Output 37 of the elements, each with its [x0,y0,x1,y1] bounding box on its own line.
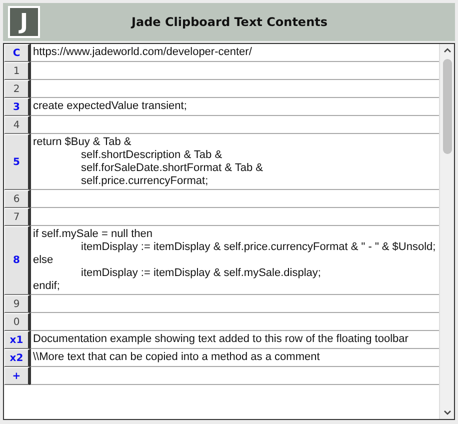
text-cell[interactable]: Documentation example showing text added to this row of the floating toolbar [30,331,439,349]
text-cell[interactable]: https://www.jadeworld.com/developer-center/ [30,44,439,62]
text-cell[interactable] [30,80,439,98]
row-button[interactable]: 5 [4,134,30,190]
text-cell[interactable]: create expectedValue transient; [30,98,439,116]
row-button[interactable]: 2 [4,80,30,98]
row-button[interactable]: 3 [4,98,30,116]
row-button[interactable]: 9 [4,295,30,313]
row-button[interactable]: C [4,44,30,62]
row-button[interactable]: 0 [4,313,30,331]
text-cell[interactable] [30,116,439,134]
text-cell[interactable] [30,62,439,80]
scroll-up-icon[interactable] [444,48,450,53]
cell-text: \\More text that can be copied into a method as a comment [33,351,320,364]
text-cell[interactable] [30,313,439,331]
cell-text: create expectedValue transient; [33,100,187,113]
text-cell[interactable]: \\More text that can be copied into a method as a comment [30,349,439,367]
cell-text: https://www.jadeworld.com/developer-center/ [33,46,252,59]
row-button[interactable]: 1 [4,62,30,80]
cell-text: Documentation example showing text added to this row of the floating toolbar [33,333,408,346]
cell-text: return $Buy & Tab & self.shortDescription & Tab & self.forSaleDate.shortFormat & Tab & self.price.currencyFormat; [33,136,263,188]
row-button[interactable]: + [4,367,30,385]
row-button[interactable]: x2 [4,349,30,367]
text-cell[interactable] [30,367,439,385]
logo-icon: J [8,6,40,38]
text-cell[interactable] [30,190,439,208]
row-button[interactable]: x1 [4,331,30,349]
text-cell[interactable] [30,295,439,313]
row-button[interactable]: 6 [4,190,30,208]
window-title: Jade Clipboard Text Contents [130,15,328,29]
row-button[interactable]: 4 [4,116,30,134]
scroll-down-icon[interactable] [444,410,450,415]
row-button[interactable]: 8 [4,226,30,295]
scrollbar[interactable] [439,44,454,419]
text-cell[interactable] [30,208,439,226]
scroll-thumb[interactable] [442,59,452,154]
row-button[interactable]: 7 [4,208,30,226]
